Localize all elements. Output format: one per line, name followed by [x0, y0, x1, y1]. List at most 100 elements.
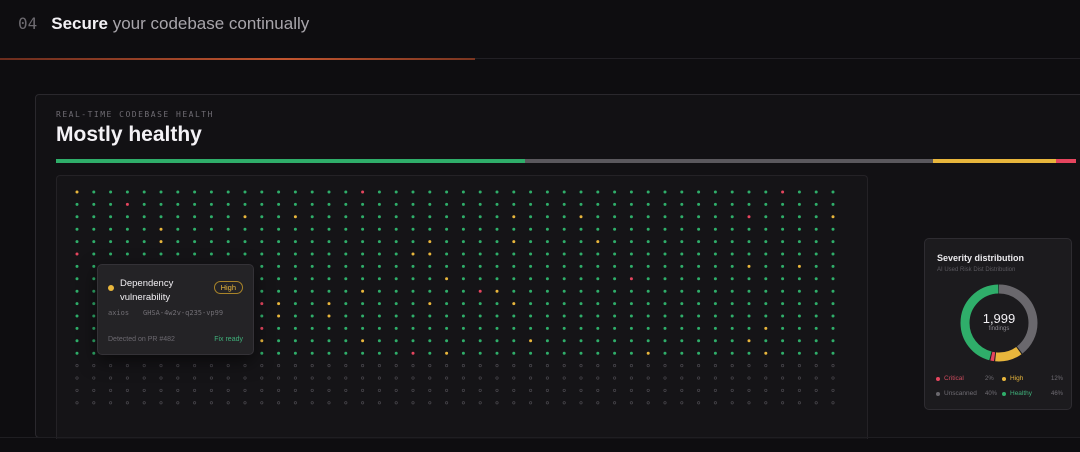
file-dot[interactable] [226, 364, 230, 368]
file-dot[interactable] [747, 215, 751, 219]
file-dot[interactable] [142, 215, 146, 219]
file-dot[interactable] [562, 326, 566, 330]
file-dot[interactable] [394, 364, 398, 368]
file-dot[interactable] [75, 240, 79, 244]
file-dot[interactable] [697, 339, 701, 343]
file-dot[interactable] [428, 339, 432, 343]
file-dot[interactable] [495, 351, 499, 355]
file-dot[interactable] [814, 376, 818, 380]
file-dot[interactable] [831, 277, 835, 281]
file-dot[interactable] [512, 252, 516, 256]
file-dot[interactable] [814, 240, 818, 244]
file-dot[interactable] [629, 339, 633, 343]
file-dot[interactable] [243, 364, 247, 368]
file-dot[interactable] [629, 388, 633, 392]
file-dot[interactable] [529, 401, 533, 405]
file-dot[interactable] [747, 314, 751, 318]
file-dot[interactable] [377, 264, 381, 268]
file-dot[interactable] [428, 202, 432, 206]
file-dot[interactable] [361, 364, 365, 368]
file-dot[interactable] [831, 202, 835, 206]
file-dot[interactable] [579, 388, 583, 392]
file-dot[interactable] [327, 289, 331, 293]
file-dot[interactable] [394, 326, 398, 330]
file-dot[interactable] [327, 376, 331, 380]
file-dot[interactable] [293, 240, 297, 244]
file-dot[interactable] [512, 215, 516, 219]
file-dot[interactable] [75, 364, 79, 368]
file-dot[interactable] [428, 351, 432, 355]
file-dot[interactable] [394, 302, 398, 306]
file-dot[interactable] [209, 401, 213, 405]
file-dot[interactable] [445, 314, 449, 318]
file-dot[interactable] [697, 326, 701, 330]
file-dot[interactable] [75, 401, 79, 405]
file-dot[interactable] [377, 364, 381, 368]
file-dot[interactable] [495, 215, 499, 219]
file-dot[interactable] [377, 289, 381, 293]
file-dot[interactable] [545, 302, 549, 306]
file-dot[interactable] [243, 376, 247, 380]
file-dot[interactable] [663, 227, 667, 231]
file-dot[interactable] [92, 314, 96, 318]
file-dot[interactable] [613, 401, 617, 405]
file-dot[interactable] [629, 227, 633, 231]
file-dot[interactable] [260, 302, 264, 306]
file-dot[interactable] [75, 339, 79, 343]
file-dot[interactable] [663, 264, 667, 268]
file-dot[interactable] [545, 252, 549, 256]
file-dot[interactable] [260, 252, 264, 256]
file-dot[interactable] [730, 364, 734, 368]
file-dot[interactable] [327, 326, 331, 330]
file-dot[interactable] [629, 302, 633, 306]
file-dot[interactable] [394, 388, 398, 392]
file-dot[interactable] [293, 314, 297, 318]
file-dot[interactable] [512, 339, 516, 343]
file-dot[interactable] [814, 289, 818, 293]
file-dot[interactable] [629, 252, 633, 256]
file-dot[interactable] [697, 289, 701, 293]
file-dot[interactable] [293, 388, 297, 392]
file-dot[interactable] [243, 190, 247, 194]
file-dot[interactable] [730, 351, 734, 355]
file-dot[interactable] [579, 240, 583, 244]
file-dot[interactable] [781, 264, 785, 268]
file-dot[interactable] [596, 339, 600, 343]
file-dot[interactable] [579, 190, 583, 194]
file-dot[interactable] [747, 302, 751, 306]
file-dot[interactable] [529, 314, 533, 318]
file-dot[interactable] [697, 202, 701, 206]
file-dot[interactable] [495, 364, 499, 368]
file-dot[interactable] [394, 215, 398, 219]
file-dot[interactable] [411, 302, 415, 306]
file-dot[interactable] [344, 240, 348, 244]
file-dot[interactable] [109, 401, 113, 405]
file-dot[interactable] [142, 190, 146, 194]
file-dot[interactable] [764, 302, 768, 306]
file-dot[interactable] [730, 339, 734, 343]
file-dot[interactable] [579, 202, 583, 206]
file-dot[interactable] [545, 364, 549, 368]
file-dot[interactable] [663, 388, 667, 392]
file-dot[interactable] [596, 302, 600, 306]
file-dot[interactable] [781, 190, 785, 194]
file-dot[interactable] [764, 227, 768, 231]
file-dot[interactable] [697, 252, 701, 256]
file-dot[interactable] [428, 190, 432, 194]
file-dot[interactable] [125, 364, 129, 368]
file-dot[interactable] [663, 339, 667, 343]
file-dot[interactable] [512, 227, 516, 231]
file-dot[interactable] [293, 215, 297, 219]
file-dot[interactable] [75, 252, 79, 256]
file-dot[interactable] [764, 202, 768, 206]
file-dot[interactable] [663, 376, 667, 380]
file-dot[interactable] [109, 376, 113, 380]
file-dot[interactable] [579, 376, 583, 380]
file-dot[interactable] [680, 401, 684, 405]
file-dot[interactable] [663, 351, 667, 355]
file-dot[interactable] [697, 264, 701, 268]
file-dot[interactable] [92, 277, 96, 281]
file-dot[interactable] [75, 190, 79, 194]
file-dot[interactable] [495, 326, 499, 330]
file-dot[interactable] [831, 351, 835, 355]
